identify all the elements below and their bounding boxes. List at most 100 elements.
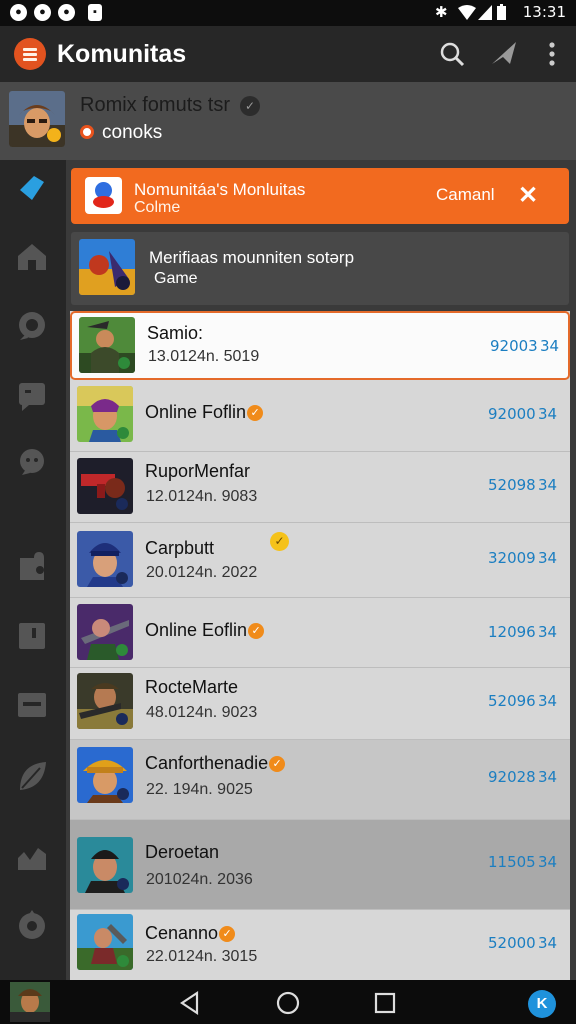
community-icon: [85, 177, 122, 214]
status-time: 13:31: [522, 3, 566, 21]
list-item[interactable]: Canforthenadie ✓ 22. 194n. 9025 92028 34: [70, 740, 570, 820]
list-item[interactable]: Online Foflin ✓ 92000 34: [70, 380, 570, 452]
banner-action-button[interactable]: Camanl: [436, 185, 495, 205]
game-count: 12096: [488, 623, 536, 641]
verified-badge-icon: ✓: [247, 405, 264, 421]
game-count-secondary: 34: [540, 337, 560, 355]
game-count: 52098: [488, 476, 536, 494]
game-title: RocteMarte: [145, 677, 239, 697]
featured-title: Merifiaas mounniten sotərp: [149, 248, 355, 267]
game-thumbnail: [77, 914, 133, 970]
game-date: 13.0124n. 5019: [148, 348, 260, 365]
home-icon[interactable]: [14, 238, 50, 274]
game-count: 52000: [488, 934, 536, 952]
row-divider: [70, 820, 570, 829]
game-count-secondary: 34: [538, 768, 558, 786]
settings-icon[interactable]: [14, 908, 50, 944]
verified-badge-icon: ✓: [248, 623, 265, 639]
featured-card[interactable]: Merifiaas mounniten sotərp Game: [71, 232, 569, 305]
game-count-secondary: 34: [538, 623, 558, 641]
game-thumbnail: [77, 747, 133, 803]
app-logo-icon: [14, 38, 46, 70]
game-count: 52096: [488, 692, 536, 710]
community-banner[interactable]: Nomunitáa's Monluitas Colme Camanl ✕: [71, 168, 569, 224]
home-icon[interactable]: [275, 990, 301, 1016]
game-title: Samio:: [147, 323, 204, 343]
game-thumbnail: [77, 386, 133, 442]
verified-badge-icon: ✓: [269, 756, 286, 772]
leaf-icon[interactable]: [14, 758, 50, 794]
profile-name: Romix fomuts tsr: [80, 94, 231, 116]
pin-icon[interactable]: [14, 170, 50, 206]
verified-badge-icon: ✓: [219, 926, 236, 942]
search-icon[interactable]: [436, 38, 468, 70]
app-shortcut-button[interactable]: K: [528, 990, 556, 1018]
game-date: 22. 194n. 9025: [146, 781, 253, 798]
game-thumbnail: [77, 458, 133, 514]
list-item[interactable]: Samio: 13.0124n. 5019 92003 34: [70, 311, 570, 380]
notification-icon: ●: [58, 4, 75, 21]
game-count-secondary: 34: [538, 692, 558, 710]
game-title-text: Online Eoflin: [145, 620, 248, 640]
chat-icon[interactable]: [14, 308, 50, 344]
list-item[interactable]: ✓ Carpbutt 20.0124n. 2022 32009 34: [70, 523, 570, 598]
puzzle-icon[interactable]: [14, 550, 50, 586]
close-icon[interactable]: ✕: [514, 182, 542, 210]
game-thumbnail: [79, 317, 135, 373]
message-icon[interactable]: [14, 378, 50, 414]
inbox-icon[interactable]: [14, 687, 50, 723]
game-title: Carpbutt: [145, 538, 215, 558]
game-count-secondary: 34: [538, 405, 558, 423]
game-thumbnail: [77, 837, 133, 893]
game-title: Canforthenadie ✓: [145, 753, 286, 774]
game-count: 92000: [488, 405, 536, 423]
game-title: Online Eoflin ✓: [145, 620, 265, 641]
system-nav-bar: K: [0, 980, 576, 1024]
game-title-text: Canforthenadie: [145, 753, 269, 773]
verified-icon: ✓: [240, 96, 260, 116]
game-thumbnail: [77, 673, 133, 729]
featured-subtitle: Game: [154, 270, 198, 287]
chart-icon[interactable]: [14, 840, 50, 876]
game-date: 20.0124n. 2022: [146, 564, 258, 581]
profile-subtitle: conoks: [102, 122, 163, 143]
app-screen: ● ● ● ▪ ✱ 13:31 Komunitas Romix fomuts t…: [0, 0, 576, 1024]
wifi-icon: [458, 5, 476, 20]
coin-badge-icon: ✓: [270, 532, 289, 551]
avatar[interactable]: [10, 982, 50, 1022]
game-title: Cenanno ✓: [145, 923, 236, 944]
game-title: RuporMenfar: [145, 461, 251, 481]
game-date: 22.0124n. 3015: [146, 948, 258, 965]
profile-header[interactable]: Romix fomuts tsr ✓ conoks: [0, 82, 576, 160]
game-list: Samio: 13.0124n. 5019 92003 34 Online Fo…: [70, 311, 570, 980]
status-bar: ● ● ● ▪ ✱ 13:31: [0, 0, 576, 26]
game-count: 32009: [488, 549, 536, 567]
avatar[interactable]: [9, 91, 65, 147]
back-icon[interactable]: [177, 990, 203, 1016]
list-item[interactable]: Online Eoflin ✓ 12096 34: [70, 598, 570, 668]
app-bar: Komunitas: [0, 26, 576, 82]
flag-icon[interactable]: [14, 618, 50, 654]
send-icon[interactable]: [488, 38, 520, 70]
game-count-secondary: 34: [538, 853, 558, 871]
bluetooth-icon: ✱: [435, 4, 448, 21]
game-count-secondary: 34: [538, 476, 558, 494]
game-count-secondary: 34: [538, 549, 558, 567]
signal-icon: [478, 5, 492, 20]
game-thumbnail: [77, 531, 133, 587]
more-vertical-icon[interactable]: [536, 38, 568, 70]
list-item[interactable]: Cenanno ✓ 22.0124n. 3015 52000 34: [70, 910, 570, 980]
notification-icon: ●: [34, 4, 51, 21]
list-item[interactable]: Deroetan 201024n. 2036 11505 34: [70, 829, 570, 910]
list-item[interactable]: RuporMenfar 12.0124n. 9083 52098 34: [70, 452, 570, 523]
side-rail: [0, 160, 66, 980]
game-title: Deroetan: [145, 842, 220, 862]
game-date: 12.0124n. 9083: [146, 488, 258, 505]
main-content: Nomunitáa's Monluitas Colme Camanl ✕ Mer…: [66, 160, 576, 980]
discussion-icon[interactable]: [14, 445, 50, 481]
recents-icon[interactable]: [372, 990, 398, 1016]
game-count: 92003: [490, 337, 538, 355]
list-item[interactable]: RocteMarte 48.0124n. 9023 52096 34: [70, 668, 570, 740]
game-count: 92028: [488, 768, 536, 786]
battery-icon: [497, 4, 506, 20]
